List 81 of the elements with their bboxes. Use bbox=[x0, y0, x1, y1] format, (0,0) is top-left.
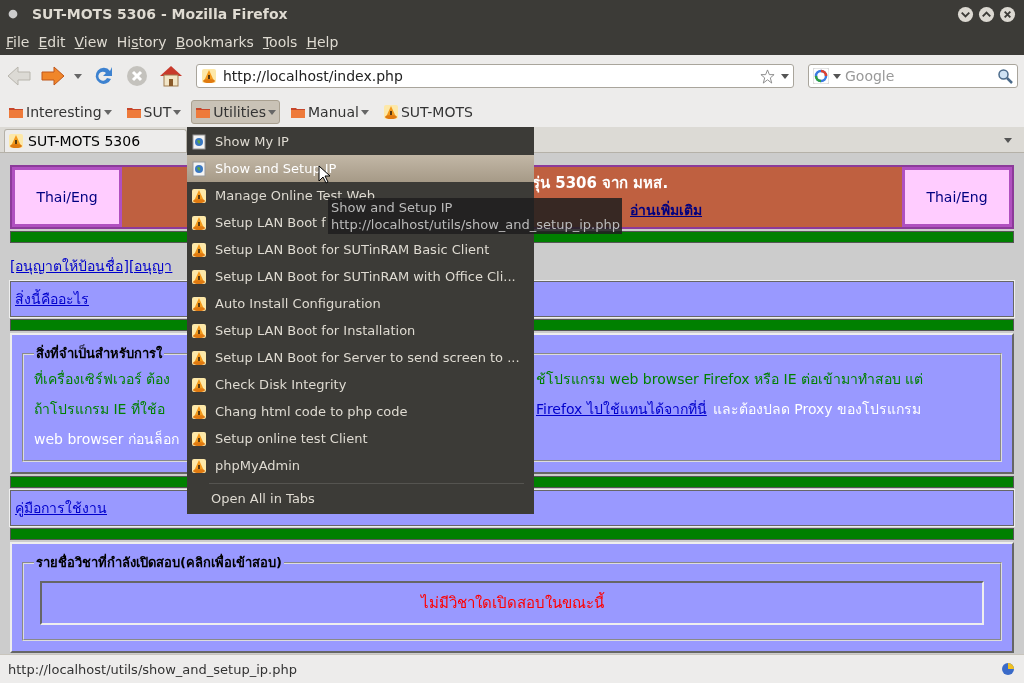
caret-icon bbox=[268, 108, 276, 116]
menu-item[interactable]: Check Disk Integrity bbox=[187, 371, 534, 398]
cone-icon bbox=[191, 241, 207, 258]
window-title: SUT-MOTS 5306 - Mozilla Firefox bbox=[32, 6, 288, 22]
addon-icon[interactable] bbox=[1000, 661, 1016, 677]
close-button[interactable] bbox=[999, 5, 1016, 23]
bookmark-item[interactable]: Manual bbox=[286, 100, 373, 124]
window-menu-icon[interactable] bbox=[8, 9, 18, 19]
caret-icon bbox=[360, 108, 369, 116]
menu-item[interactable]: Auto Install Configuration bbox=[187, 290, 534, 317]
body-text: และต้องปลด Proxy ของโปรแกรม bbox=[712, 400, 922, 419]
section-legend: รายชื่อวิชาที่กำลังเปิดสอบ(คลิกเพื่อเข้าสอบ) bbox=[34, 552, 284, 573]
manual-link[interactable]: คู่มือการใช้งาน bbox=[15, 500, 107, 516]
menu-item[interactable]: Setup online test Client bbox=[187, 425, 534, 452]
search-bar[interactable]: Google bbox=[808, 64, 1018, 88]
cone-icon bbox=[8, 133, 24, 149]
browser-tab[interactable]: SUT-MOTS 5306 bbox=[4, 129, 187, 152]
cone-icon bbox=[191, 403, 207, 420]
body-text: ที่เครื่องเซิร์ฟเวอร์ ต้อง bbox=[34, 369, 172, 389]
bookmark-item[interactable]: SUT-MOTS bbox=[378, 100, 477, 124]
menu-item[interactable]: Chang html code to php code bbox=[187, 398, 534, 425]
body-text: ช้โปรแกรม web browser Firefox หรือ IE ต่อเข้ามาทำสอบ แต่ bbox=[536, 370, 924, 389]
bookmark-item[interactable]: Utilities bbox=[191, 100, 280, 124]
banner-text: รุ่น 5306 จาก มหส. bbox=[532, 173, 670, 195]
permission-link[interactable]: [อนุญาตให้ป้อนชื่อ][อนุญา bbox=[10, 255, 187, 277]
empty-message: ไม่มีวิชาใดเปิดสอบในขณะนี้ bbox=[40, 581, 984, 625]
about-link[interactable]: สิ่งนี้คืออะไร bbox=[15, 288, 186, 310]
menu-item[interactable]: phpMyAdmin bbox=[187, 452, 534, 479]
cone-icon bbox=[382, 104, 399, 120]
cone-icon bbox=[191, 349, 207, 366]
cone-icon bbox=[191, 187, 207, 204]
globe-icon bbox=[191, 160, 207, 177]
caret-icon bbox=[103, 108, 112, 116]
cone-icon bbox=[191, 430, 207, 447]
minimize-button[interactable] bbox=[957, 5, 974, 23]
globe-icon bbox=[191, 133, 207, 150]
menu-item[interactable]: Setup LAN Boot for SUTinRAM Basic Client bbox=[187, 236, 534, 263]
cone-icon bbox=[201, 68, 217, 84]
caret-icon bbox=[781, 72, 789, 80]
caret-icon bbox=[173, 108, 182, 116]
menu-item[interactable]: Setup LAN Boot for Server to send screen to ... bbox=[187, 344, 534, 371]
cone-icon bbox=[191, 268, 207, 285]
body-text: web browser ก่อนล็อก bbox=[34, 429, 180, 449]
bookmark-item[interactable]: SUT bbox=[121, 100, 186, 124]
caret-icon bbox=[74, 72, 82, 80]
menu-item[interactable]: View bbox=[74, 33, 108, 50]
bookmark-item[interactable]: Interesting bbox=[4, 100, 116, 124]
maximize-button[interactable] bbox=[978, 5, 995, 23]
body-text: ถ้าโปรแกรม IE ที่ใช้อ bbox=[34, 399, 166, 419]
search-engine-icon[interactable] bbox=[813, 68, 829, 84]
home-icon[interactable] bbox=[158, 63, 184, 89]
cone-icon bbox=[191, 295, 207, 312]
menu-item[interactable]: Help bbox=[306, 33, 339, 50]
address-field[interactable]: http://localhost/index.php bbox=[223, 68, 754, 84]
forward-arrow-icon[interactable] bbox=[40, 63, 66, 89]
star-icon[interactable] bbox=[760, 68, 775, 84]
menu-item[interactable]: Open All in Tabs bbox=[187, 484, 534, 512]
menu-item[interactable]: Setup LAN Boot for SUTinRAM with Office Cli... bbox=[187, 263, 534, 290]
menu-item[interactable]: Show My IP bbox=[187, 128, 534, 155]
cone-icon bbox=[191, 322, 207, 339]
read-more-link[interactable]: อ่านเพิ่มเติม bbox=[630, 199, 902, 221]
section-legend: สิ่งที่จำเป็นสำหรับการใ bbox=[34, 343, 164, 364]
status-text: http://localhost/utils/show_and_setup_ip.php bbox=[8, 661, 297, 677]
cone-icon bbox=[191, 214, 207, 231]
search-field[interactable]: Google bbox=[845, 68, 993, 84]
caret-icon bbox=[833, 72, 841, 80]
menu-item[interactable]: History bbox=[116, 33, 167, 50]
search-icon[interactable] bbox=[997, 68, 1013, 84]
menu-item[interactable]: Bookmarks bbox=[175, 33, 254, 50]
tab-list-icon[interactable] bbox=[1004, 136, 1012, 144]
menu-item[interactable]: File bbox=[6, 33, 30, 50]
address-bar[interactable]: http://localhost/index.php bbox=[196, 64, 794, 88]
language-toggle[interactable]: Thai/Eng bbox=[12, 167, 122, 227]
menu-item[interactable]: Setup LAN Boot for Installation bbox=[187, 317, 534, 344]
download-link[interactable]: Firefox ไปใช้แทนได้จากที่นี่ bbox=[536, 398, 707, 420]
cone-icon bbox=[191, 457, 207, 474]
language-toggle[interactable]: Thai/Eng bbox=[902, 167, 1012, 227]
menu-item[interactable]: Tools bbox=[262, 33, 298, 50]
tooltip: Show and Setup IP http://localhost/utils/show_and_setup_ip.php bbox=[328, 198, 622, 234]
cone-icon bbox=[191, 376, 207, 393]
menu-item[interactable]: Edit bbox=[38, 33, 66, 50]
